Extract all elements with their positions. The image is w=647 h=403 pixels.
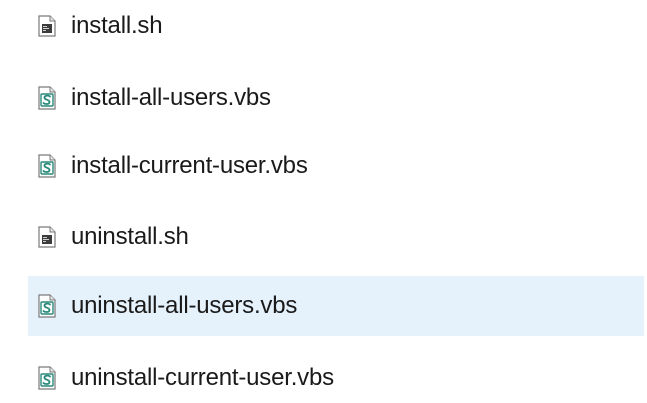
file-item-uninstall-all-users-vbs[interactable]: uninstall-all-users.vbs [28,276,644,336]
vbscript-file-icon [38,294,56,318]
file-name: uninstall-all-users.vbs [71,292,298,319]
file-item-uninstall-current-user-vbs[interactable]: uninstall-current-user.vbs [28,348,644,403]
file-item-install-current-user-vbs[interactable]: install-current-user.vbs [28,136,644,196]
file-item-install-sh[interactable]: install.sh [28,0,644,56]
file-item-uninstall-sh[interactable]: uninstall.sh [28,207,644,267]
file-item-install-all-users-vbs[interactable]: install-all-users.vbs [28,68,644,128]
file-name: install.sh [71,12,163,39]
vbscript-file-icon [38,86,56,110]
vbscript-file-icon [38,366,56,390]
shell-script-file-icon [38,225,56,249]
vbscript-file-icon [38,154,56,178]
file-name: install-current-user.vbs [71,152,308,179]
file-name: install-all-users.vbs [71,84,271,111]
file-list: install.sh install-all-users.vbs install… [0,0,647,403]
file-name: uninstall.sh [71,223,189,250]
file-name: uninstall-current-user.vbs [71,364,334,391]
shell-script-file-icon [38,14,56,38]
